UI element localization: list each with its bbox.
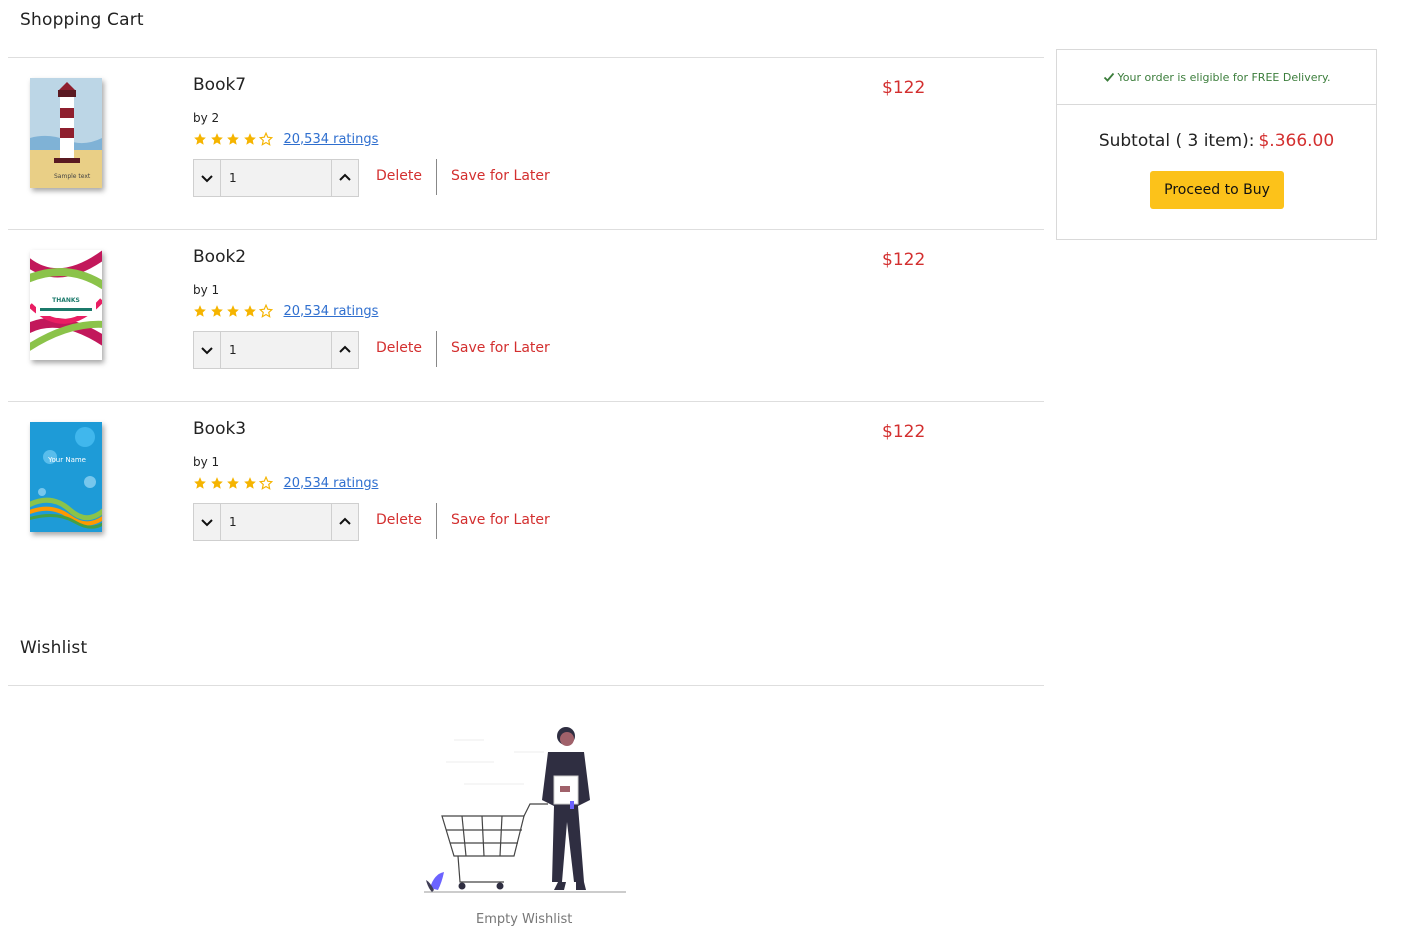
quantity-stepper: [193, 503, 359, 541]
item-title[interactable]: Book3: [193, 419, 246, 439]
star-icon: [194, 305, 206, 317]
cart-item: Your Name Book3 by 1 20,534 ratings $122…: [8, 402, 1044, 574]
quantity-input[interactable]: [220, 160, 332, 196]
item-title[interactable]: Book7: [193, 75, 246, 95]
quantity-input[interactable]: [220, 504, 332, 540]
proceed-to-buy-button[interactable]: Proceed to Buy: [1150, 171, 1284, 209]
chevron-down-icon: [201, 175, 213, 183]
increase-quantity-button[interactable]: [332, 332, 358, 368]
subtotal: Subtotal ( 3 item): $.366.00: [1057, 131, 1376, 151]
item-rating: 20,534 ratings: [193, 303, 378, 319]
check-icon: [1103, 72, 1114, 82]
subtotal-label: Subtotal ( 3 item):: [1098, 131, 1255, 151]
action-divider: [436, 503, 437, 539]
delete-button[interactable]: Delete: [376, 512, 422, 528]
action-divider: [436, 331, 437, 367]
item-author: by 1: [193, 283, 220, 297]
chevron-up-icon: [339, 345, 351, 353]
cart-item: THANKS Book2 by 1 20,534 ratings $122 De…: [8, 230, 1044, 402]
chevron-down-icon: [201, 347, 213, 355]
item-author: by 2: [193, 111, 220, 125]
book-cover-image[interactable]: Your Name: [30, 422, 102, 532]
star-outline-icon: [259, 132, 273, 146]
chevron-up-icon: [339, 173, 351, 181]
book-cover-text: THANKS: [52, 297, 80, 304]
item-price: $122: [882, 422, 926, 442]
delete-button[interactable]: Delete: [376, 168, 422, 184]
order-summary: Your order is eligible for FREE Delivery…: [1056, 49, 1377, 240]
save-for-later-button[interactable]: Save for Later: [451, 340, 550, 356]
save-for-later-button[interactable]: Save for Later: [451, 168, 550, 184]
ratings-link[interactable]: 20,534 ratings: [284, 132, 379, 147]
item-rating: 20,534 ratings: [193, 131, 378, 147]
decrease-quantity-button[interactable]: [194, 332, 220, 368]
increase-quantity-button[interactable]: [332, 160, 358, 196]
ratings-link[interactable]: 20,534 ratings: [284, 304, 379, 319]
star-outline-icon: [259, 476, 273, 490]
increase-quantity-button[interactable]: [332, 504, 358, 540]
book-cover-text: Your Name: [47, 456, 86, 464]
wishlist-title-divider: [8, 685, 1044, 686]
star-icon: [210, 477, 223, 489]
item-rating: 20,534 ratings: [193, 475, 378, 491]
empty-wishlist-illustration: [424, 727, 626, 893]
item-title[interactable]: Book2: [193, 247, 246, 267]
decrease-quantity-button[interactable]: [194, 160, 220, 196]
delivery-note-text: Your order is eligible for FREE Delivery…: [1117, 70, 1331, 84]
star-icon: [210, 133, 223, 145]
book-cover-image[interactable]: THANKS: [30, 250, 102, 360]
wishlist-title: Wishlist: [20, 638, 88, 658]
delivery-note: Your order is eligible for FREE Delivery…: [1057, 50, 1376, 105]
cart-title: Shopping Cart: [20, 10, 144, 30]
chevron-down-icon: [201, 519, 213, 527]
star-icon: [194, 133, 206, 145]
book-cover-image[interactable]: Sample text: [30, 78, 102, 188]
action-divider: [436, 159, 437, 195]
quantity-stepper: [193, 331, 359, 369]
star-icon: [243, 477, 256, 489]
empty-wishlist-text: Empty Wishlist: [476, 912, 573, 927]
star-icon: [227, 133, 239, 145]
star-icon: [194, 477, 206, 489]
cart-item: Sample text Book7 by 2 20,534 ratings $1…: [8, 58, 1044, 230]
quantity-stepper: [193, 159, 359, 197]
star-icon: [210, 305, 223, 317]
ratings-link[interactable]: 20,534 ratings: [284, 476, 379, 491]
save-for-later-button[interactable]: Save for Later: [451, 512, 550, 528]
star-outline-icon: [259, 304, 273, 318]
star-icon: [243, 305, 256, 317]
book-cover-text: Sample text: [54, 173, 91, 180]
star-icon: [243, 133, 256, 145]
quantity-input[interactable]: [220, 332, 332, 368]
subtotal-amount: $.366.00: [1258, 131, 1335, 151]
item-author: by 1: [193, 455, 220, 469]
item-price: $122: [882, 78, 926, 98]
delete-button[interactable]: Delete: [376, 340, 422, 356]
star-icon: [227, 477, 239, 489]
decrease-quantity-button[interactable]: [194, 504, 220, 540]
chevron-up-icon: [339, 517, 351, 525]
star-icon: [227, 305, 239, 317]
item-price: $122: [882, 250, 926, 270]
